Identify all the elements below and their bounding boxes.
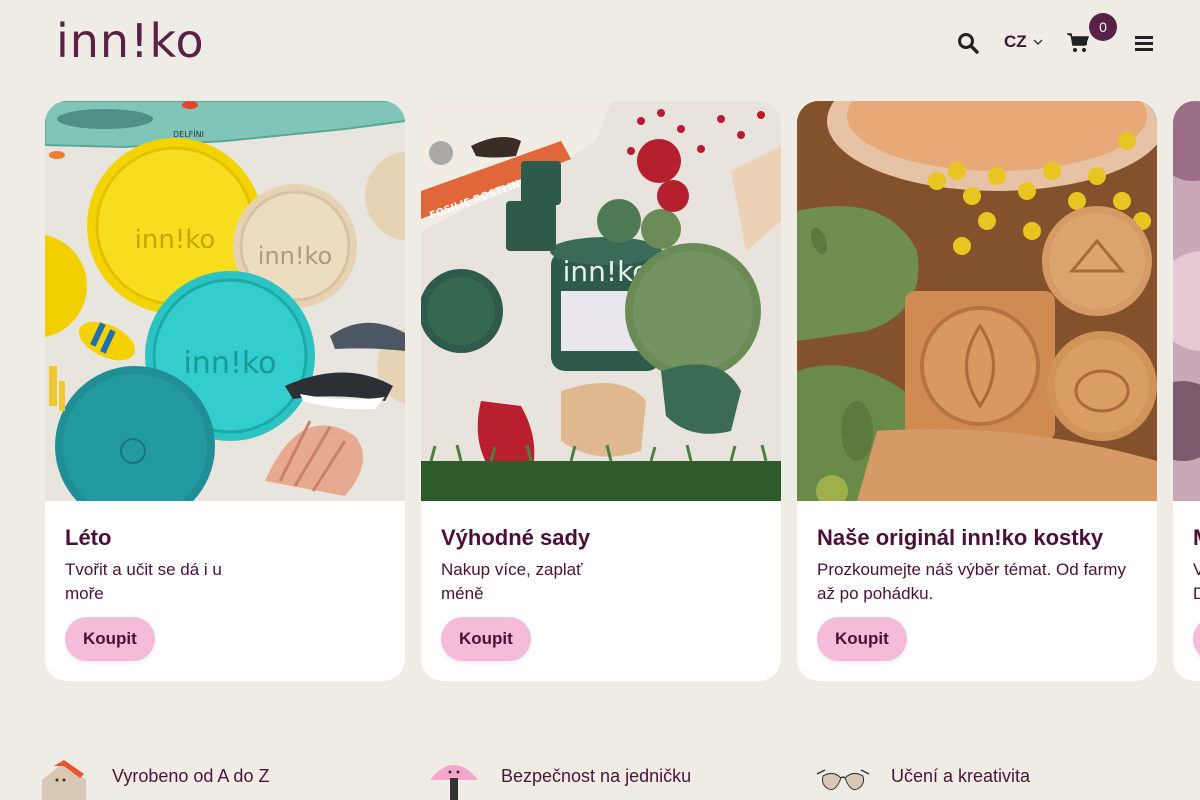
- card-title: Výhodné sady: [441, 525, 591, 550]
- card-title: Naše originál inn!ko kostky: [817, 525, 1104, 550]
- jar-label: inn!ko: [135, 225, 216, 255]
- house-icon: [42, 760, 86, 800]
- cart-icon: [1067, 33, 1089, 52]
- menu-icon: [1135, 36, 1153, 51]
- buy-button[interactable]: Koupit: [817, 617, 907, 661]
- language-label: CZ: [1004, 32, 1027, 51]
- category-card-leto[interactable]: DELFÍNI inn!ko inn!ko inn!ko Léto Tvořit…: [45, 101, 405, 681]
- language-select[interactable]: CZ: [1004, 30, 1043, 54]
- menu-button[interactable]: [1133, 31, 1155, 55]
- buy-button[interactable]: Koupit: [65, 617, 155, 661]
- cart-button[interactable]: [1066, 31, 1090, 55]
- mushroom-icon: [430, 765, 478, 800]
- glasses-icon: [816, 769, 870, 791]
- card-description: Prozkoumejte náš výběr témat. Od farmy a…: [817, 560, 1126, 603]
- jar-label: inn!ko: [258, 242, 332, 270]
- card-image: [1173, 101, 1200, 501]
- category-card-partial[interactable]: M V D: [1173, 101, 1200, 681]
- card-image: [797, 101, 1157, 501]
- cart-count-badge: 0: [1089, 13, 1117, 41]
- feature-label: Vyrobeno od A do Z: [112, 766, 270, 786]
- jar-label: inn!ko: [183, 346, 276, 381]
- search-button[interactable]: [956, 31, 980, 55]
- book-label: DELFÍNI: [173, 128, 204, 139]
- card-title: Léto: [65, 525, 112, 550]
- buy-button[interactable]: Koupit: [441, 617, 531, 661]
- card-description: V D: [1193, 560, 1200, 603]
- site-header: inn!ko CZ 0: [0, 0, 1200, 90]
- chevron-down-icon: [1033, 39, 1043, 45]
- search-icon: [958, 33, 979, 54]
- card-image: FOSILIE ROSTLIN A inn!ko: [421, 101, 781, 501]
- buy-button[interactable]: [1193, 617, 1200, 661]
- feature-label: Učení a kreativita: [891, 766, 1031, 786]
- category-carousel: DELFÍNI inn!ko inn!ko inn!ko Léto Tvořit…: [45, 101, 1200, 681]
- card-title: M: [1193, 525, 1200, 551]
- feature-label: Bezpečnost na jedničku: [501, 766, 692, 786]
- card-description: Nakup více, zaplať méně: [441, 560, 583, 603]
- card-description: Tvořit a učit se dá i u moře: [65, 560, 222, 603]
- category-card-kostky[interactable]: Naše originál inn!ko kostky Prozkoumejte…: [797, 101, 1157, 681]
- category-card-vyhodne-sady[interactable]: FOSILIE ROSTLIN A inn!ko Výhodné sady Na…: [421, 101, 781, 681]
- logo[interactable]: inn!ko: [56, 14, 205, 68]
- card-image: DELFÍNI inn!ko inn!ko inn!ko: [45, 101, 405, 501]
- features-bar: Vyrobeno od A do Z Bezpečnost na jedničk…: [0, 750, 1200, 800]
